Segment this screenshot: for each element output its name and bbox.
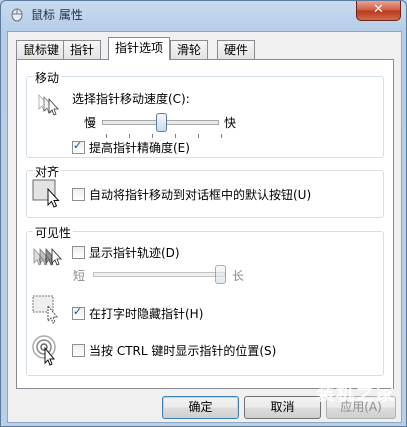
snap-to-default-label[interactable]: 自动将指针移动到对话框中的默认按钮(U) xyxy=(89,186,311,203)
tab-wheel[interactable]: 滑轮 xyxy=(170,40,209,59)
cancel-button[interactable]: 取消 xyxy=(244,396,321,419)
close-icon: ✕ xyxy=(373,2,384,17)
mouse-properties-window: 鼠标 属性 ✕ 鼠标键 指针 指针选项 滑轮 硬件 移动 选择指针移动速度(C)… xyxy=(0,0,407,427)
tab-hardware[interactable]: 硬件 xyxy=(217,40,256,59)
pointer-trails-icon xyxy=(33,247,62,266)
tab-buttons[interactable]: 鼠标键 xyxy=(16,40,67,59)
show-location-ctrl-label[interactable]: 当按 CTRL 键时显示指针的位置(S) xyxy=(89,342,276,359)
snap-to-group: 对齐 自动将指针移动到对话框中的默认按钮(U) xyxy=(26,163,384,218)
snap-to-default-checkbox[interactable] xyxy=(72,188,85,201)
short-label: 短 xyxy=(73,269,86,283)
dialog-body: 鼠标键 指针 指针选项 滑轮 硬件 移动 选择指针移动速度(C): 慢 快 ✓ … xyxy=(7,31,402,423)
visibility-group-title: 可见性 xyxy=(33,224,74,241)
motion-group: 移动 选择指针移动速度(C): 慢 快 提高指针精确度(E) xyxy=(26,69,384,158)
tab-pointers[interactable]: 指针 xyxy=(63,40,102,59)
tab-panel: 移动 选择指针移动速度(C): 慢 快 提高指针精确度(E) xyxy=(16,59,394,389)
speed-slider-thumb[interactable] xyxy=(155,113,167,132)
pointer-trails-checkbox[interactable] xyxy=(72,246,85,259)
window-title: 鼠标 属性 xyxy=(31,8,83,22)
mouse-app-icon xyxy=(11,8,23,22)
hide-while-typing-label[interactable]: 在打字时隐藏指针(H) xyxy=(89,305,203,322)
hide-while-typing-checkbox[interactable] xyxy=(72,305,85,320)
speed-label: 选择指针移动速度(C): xyxy=(72,92,190,106)
snap-to-dialog-icon xyxy=(32,179,60,208)
enhance-precision-checkbox[interactable] xyxy=(72,139,85,154)
hide-while-typing-icon xyxy=(32,295,59,324)
snap-to-group-title: 对齐 xyxy=(33,163,62,180)
watermark: 装机之家 xyxy=(316,384,396,405)
slow-label: 慢 xyxy=(84,116,97,130)
show-location-icon xyxy=(32,335,56,366)
speed-slider-ticks xyxy=(106,134,222,138)
ok-button[interactable]: 确定 xyxy=(162,396,239,419)
motion-group-title: 移动 xyxy=(33,69,62,86)
show-location-ctrl-checkbox[interactable] xyxy=(72,344,85,357)
close-button[interactable]: ✕ xyxy=(356,1,401,21)
trails-slider-track[interactable] xyxy=(93,272,225,277)
title-bar[interactable]: 鼠标 属性 ✕ xyxy=(1,1,406,27)
fast-label: 快 xyxy=(224,116,237,130)
long-label: 长 xyxy=(232,269,245,283)
visibility-group: 可见性 显示指针轨迹(D) 短 长 ✓ 在打字时隐藏指针(H) 当按 CTRL … xyxy=(26,224,384,376)
enhance-precision-label[interactable]: 提高指针精确度(E) xyxy=(89,139,190,156)
pointer-trails-label[interactable]: 显示指针轨迹(D) xyxy=(89,244,180,261)
pointer-speed-icon xyxy=(38,93,59,116)
tab-pointer-options[interactable]: 指针选项 xyxy=(108,37,171,60)
trails-slider-thumb[interactable] xyxy=(215,265,226,284)
